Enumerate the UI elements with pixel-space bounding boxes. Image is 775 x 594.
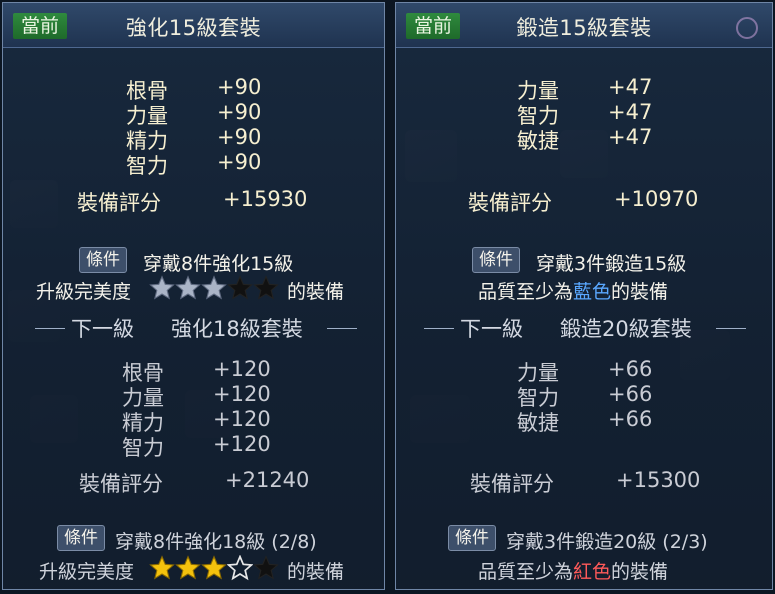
stat-value: +90 [217,75,262,99]
score-value: +21240 [225,468,310,492]
stat-value: +120 [213,432,271,456]
stat-value: +120 [213,357,271,381]
next-condition-text: 穿戴3件鍛造20級 (2/3) [506,531,708,553]
condition-badge: 條件 [472,247,520,273]
score-label: 裝備評分 [77,191,161,215]
quality-color-word: 藍色 [573,281,612,303]
gem-icon [736,17,758,39]
stat-label: 敏捷 [517,411,559,435]
next-condition-badge: 條件 [57,525,105,551]
panel-title: 鍛造15級套裝 [516,16,652,40]
star-filled-gold-icon [149,555,175,580]
stat-value: +90 [217,150,262,174]
panel-header: 當前 鍛造15級套裝 [396,3,772,48]
divider-line [35,328,65,329]
panel-header: 當前 強化15級套裝 [3,3,384,48]
next-condition-text: 穿戴8件強化18級 (2/8) [115,531,317,553]
divider-line [327,328,357,329]
perfection-prefix: 升級完美度 [36,281,132,303]
next-level-title: 強化18級套裝 [171,317,303,341]
score-label: 裝備評分 [79,472,163,496]
next-level-divider: 下一級 鍛造20級套裝 [424,313,746,343]
next-level-divider: 下一級 強化18級套裝 [35,313,357,343]
perfection-suffix: 的裝備 [287,281,345,303]
stat-value: +66 [608,407,653,431]
next-quality-requirement: 品質至少為紅色的裝備 [478,557,668,584]
quality-prefix: 品質至少為 [478,561,574,583]
set-bonus-panel-enhance: 當前 強化15級套裝 根骨 +90 力量 +90 精力 +90 智力 +90 裝… [2,2,385,590]
condition-text: 穿戴3件鍛造15級 [536,253,687,275]
stat-value: +90 [217,125,262,149]
stat-value: +90 [217,100,262,124]
star-dark-icon [227,275,253,300]
stat-value: +47 [608,75,653,99]
divider-line [716,328,746,329]
quality-suffix: 的裝備 [611,281,669,303]
stat-label: 智力 [126,154,168,178]
star-outline-icon [227,555,253,581]
score-label: 裝備評分 [468,191,552,215]
star-filled-silver-icon [149,275,175,300]
condition-badge: 條件 [79,247,127,273]
condition-text: 穿戴8件強化15級 [143,253,294,275]
star-filled-gold-icon [175,555,201,580]
star-filled-silver-icon [175,275,201,300]
next-level-label: 下一級 [71,317,134,341]
score-label: 裝備評分 [470,472,554,496]
next-level-label: 下一級 [460,317,523,341]
stat-label: 智力 [122,436,164,460]
quality-requirement: 品質至少為藍色的裝備 [478,277,668,304]
star-filled-silver-icon [201,275,227,300]
score-value: +10970 [614,187,699,211]
score-value: +15930 [223,187,308,211]
next-perfection-stars [149,555,279,581]
next-perfection-suffix: 的裝備 [287,561,345,583]
divider-line [424,328,454,329]
stat-value: +120 [213,407,271,431]
score-value: +15300 [616,468,701,492]
star-filled-gold-icon [201,555,227,580]
set-bonus-panel-forge: 當前 鍛造15級套裝 力量 +47 智力 +47 敏捷 +47 裝備評分 +10… [395,2,773,590]
quality-color-word: 紅色 [573,561,612,583]
quality-prefix: 品質至少為 [478,281,574,303]
next-condition-badge: 條件 [448,525,496,551]
stat-value: +66 [608,382,653,406]
next-perfection-prefix: 升級完美度 [39,561,135,583]
stat-label: 敏捷 [517,129,559,153]
next-level-title: 鍛造20級套裝 [560,317,692,341]
stat-value: +47 [608,125,653,149]
quality-suffix: 的裝備 [611,561,669,583]
panel-title: 強化15級套裝 [125,16,262,40]
star-dark-icon [253,275,279,300]
star-dark-icon [253,555,279,580]
stat-value: +66 [608,357,653,381]
stat-value: +47 [608,100,653,124]
stat-value: +120 [213,382,271,406]
perfection-stars [149,275,279,301]
